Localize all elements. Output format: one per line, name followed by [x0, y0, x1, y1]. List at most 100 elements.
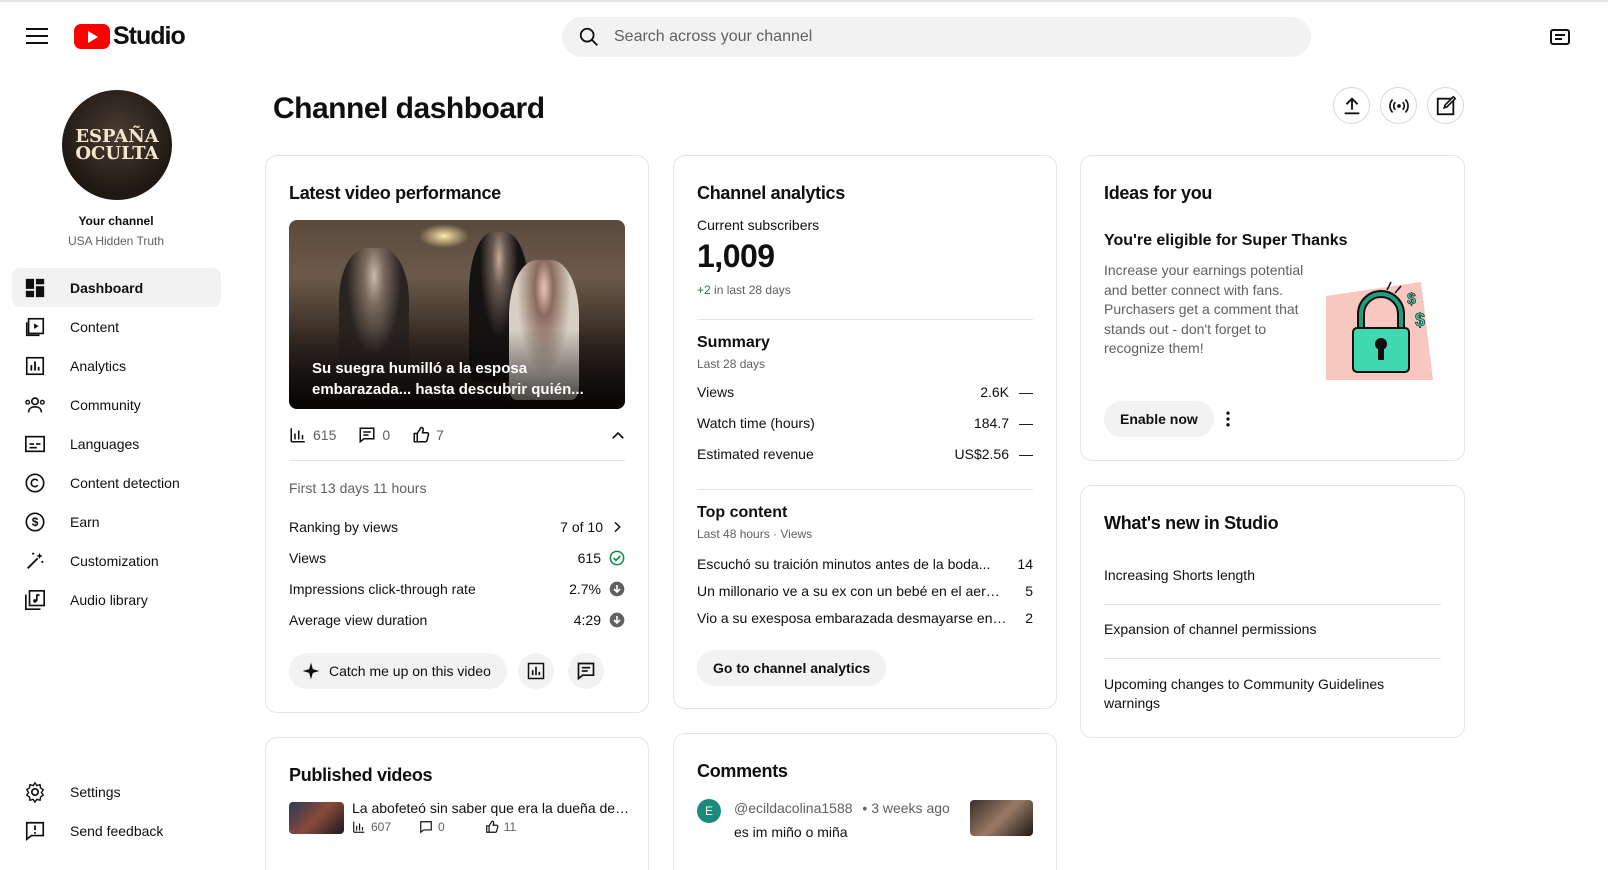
- metric-value: 7 of 10: [560, 519, 603, 535]
- sidebar-item-audio-library[interactable]: Audio library: [12, 580, 221, 619]
- published-video-thumbnail[interactable]: [289, 802, 344, 834]
- chevron-up-icon[interactable]: [609, 427, 627, 445]
- arrow-down-circle-icon: [609, 612, 625, 628]
- upload-button[interactable]: [1333, 87, 1370, 124]
- comments-count: 0: [438, 820, 445, 834]
- sidebar-item-send-feedback[interactable]: Send feedback: [12, 811, 221, 850]
- top-content-title-text: Vio a su exesposa embarazada desmayarse …: [697, 610, 1007, 626]
- sidebar-item-content-detection[interactable]: Content detection: [12, 463, 221, 502]
- top-content-period: Last 48 hours · Views: [697, 527, 813, 541]
- like-icon: [413, 426, 430, 443]
- top-content-title: Top content: [697, 504, 788, 521]
- video-thumbnail[interactable]: Su suegra humilló a la esposa embarazada…: [289, 220, 625, 409]
- avatar-text-line2: OCULTA: [75, 143, 159, 164]
- likes-count: 11: [503, 820, 517, 834]
- ideas-heading: You're eligible for Super Thanks: [1104, 232, 1348, 249]
- enable-now-button[interactable]: Enable now: [1104, 401, 1214, 437]
- card-title: Latest video performance: [289, 183, 501, 203]
- video-comments-button[interactable]: [568, 653, 604, 689]
- community-icon: [23, 393, 47, 417]
- go-live-button[interactable]: [1380, 87, 1417, 124]
- comments-card: Comments E @ecildacolina1588 • 3 weeks a…: [673, 733, 1057, 870]
- sidebar-item-label: Analytics: [70, 357, 127, 374]
- views-icon: [290, 428, 305, 443]
- delta-value: +2: [697, 283, 711, 297]
- summary-trend: —: [1019, 415, 1033, 431]
- sidebar-item-label: Community: [70, 396, 141, 413]
- ideas-body: Increase your earnings potential and bet…: [1104, 262, 1304, 356]
- search-input[interactable]: [614, 28, 1214, 46]
- divider: [289, 460, 625, 461]
- published-videos-card: Published videos La abofeteó sin saber q…: [265, 737, 649, 870]
- sidebar-item-community[interactable]: Community: [12, 385, 221, 424]
- subscribers-value: 1,009: [697, 238, 775, 274]
- comment-avatar[interactable]: E: [697, 799, 721, 823]
- card-title: Published videos: [289, 765, 433, 785]
- more-vert-icon[interactable]: [1218, 409, 1238, 429]
- top-content-row[interactable]: Escuchó su traición minutos antes de la …: [697, 556, 1033, 572]
- sidebar-item-label: Audio library: [70, 591, 148, 608]
- news-item[interactable]: Expansion of channel permissions: [1104, 620, 1441, 639]
- sidebar-item-content[interactable]: Content: [12, 307, 221, 346]
- sidebar-item-label: Languages: [70, 435, 140, 452]
- card-title: Channel analytics: [697, 183, 845, 203]
- summary-label: Estimated revenue: [697, 446, 814, 462]
- sidebar-item-earn[interactable]: $ Earn: [12, 502, 221, 541]
- summary-value: 2.6K: [980, 384, 1009, 400]
- channel-name: USA Hidden Truth: [67, 234, 165, 248]
- metric-row: Impressions click-through rate 2.7%: [289, 581, 625, 597]
- analytics-icon: [527, 662, 545, 680]
- search-icon: [579, 27, 598, 46]
- search-bar[interactable]: [562, 17, 1311, 57]
- published-video-title[interactable]: La abofeteó sin saber que era la dueña d…: [352, 800, 632, 816]
- card-title: Ideas for you: [1104, 183, 1213, 203]
- feedback-icon: [23, 819, 47, 843]
- sidebar-item-dashboard[interactable]: Dashboard: [12, 268, 221, 307]
- comment-video-thumbnail[interactable]: [970, 800, 1033, 836]
- views-count: 615: [313, 427, 337, 443]
- metric-label: Average view duration: [289, 612, 428, 628]
- copyright-icon: [23, 471, 47, 495]
- metric-label: Ranking by views: [289, 519, 398, 535]
- create-post-button[interactable]: [1427, 87, 1464, 124]
- sidebar-item-customization[interactable]: Customization: [12, 541, 221, 580]
- sidebar-item-languages[interactable]: Languages: [12, 424, 221, 463]
- menu-icon[interactable]: [26, 28, 48, 46]
- news-item[interactable]: Increasing Shorts length: [1104, 566, 1441, 585]
- go-to-analytics-button[interactable]: Go to channel analytics: [697, 650, 887, 686]
- video-analytics-button[interactable]: [518, 653, 554, 689]
- metric-row[interactable]: Ranking by views 7 of 10: [289, 519, 625, 535]
- check-circle-icon: [609, 550, 625, 566]
- sidebar: ESPAÑA OCULTA Your channel USA Hidden Tr…: [0, 68, 240, 870]
- gear-icon: [23, 780, 47, 804]
- divider: [1104, 658, 1441, 659]
- period-text: First 13 days 11 hours: [289, 480, 427, 496]
- magic-wand-icon: [23, 549, 47, 573]
- summary-trend: —: [1019, 384, 1033, 400]
- notifications-icon[interactable]: [1548, 26, 1572, 55]
- comment-time: • 3 weeks ago: [862, 800, 950, 816]
- whats-new-card: What's new in Studio Increasing Shorts l…: [1080, 485, 1465, 738]
- metric-value: 4:29: [573, 612, 601, 628]
- comment-icon: [577, 662, 595, 681]
- studio-logo[interactable]: Studio: [74, 22, 186, 51]
- channel-avatar[interactable]: ESPAÑA OCULTA: [62, 90, 172, 200]
- subscribers-label: Current subscribers: [697, 217, 820, 233]
- top-content-row[interactable]: Un millonario ve a su ex con un bebé en …: [697, 583, 1033, 599]
- divider: [697, 319, 1033, 320]
- sidebar-nav: Dashboard Content Analytics Community La…: [12, 268, 221, 619]
- edit-icon: [1436, 95, 1456, 115]
- sidebar-item-analytics[interactable]: Analytics: [12, 346, 221, 385]
- ideas-card: Ideas for you You're eligible for Super …: [1080, 155, 1465, 461]
- sidebar-item-label: Send feedback: [70, 822, 164, 839]
- news-item[interactable]: Upcoming changes to Community Guidelines…: [1104, 675, 1441, 713]
- catch-me-up-button[interactable]: Catch me up on this video: [289, 653, 507, 689]
- sidebar-item-settings[interactable]: Settings: [12, 772, 221, 811]
- comment-author[interactable]: @ecildacolina1588: [734, 800, 853, 816]
- enable-now-label: Enable now: [1120, 411, 1198, 427]
- top-content-views: 14: [1017, 556, 1033, 572]
- top-content-row[interactable]: Vio a su exesposa embarazada desmayarse …: [697, 610, 1033, 626]
- top-content-views: 5: [1025, 583, 1033, 599]
- top-content-title-text: Un millonario ve a su ex con un bebé en …: [697, 583, 1007, 599]
- svg-text:$: $: [1415, 310, 1425, 330]
